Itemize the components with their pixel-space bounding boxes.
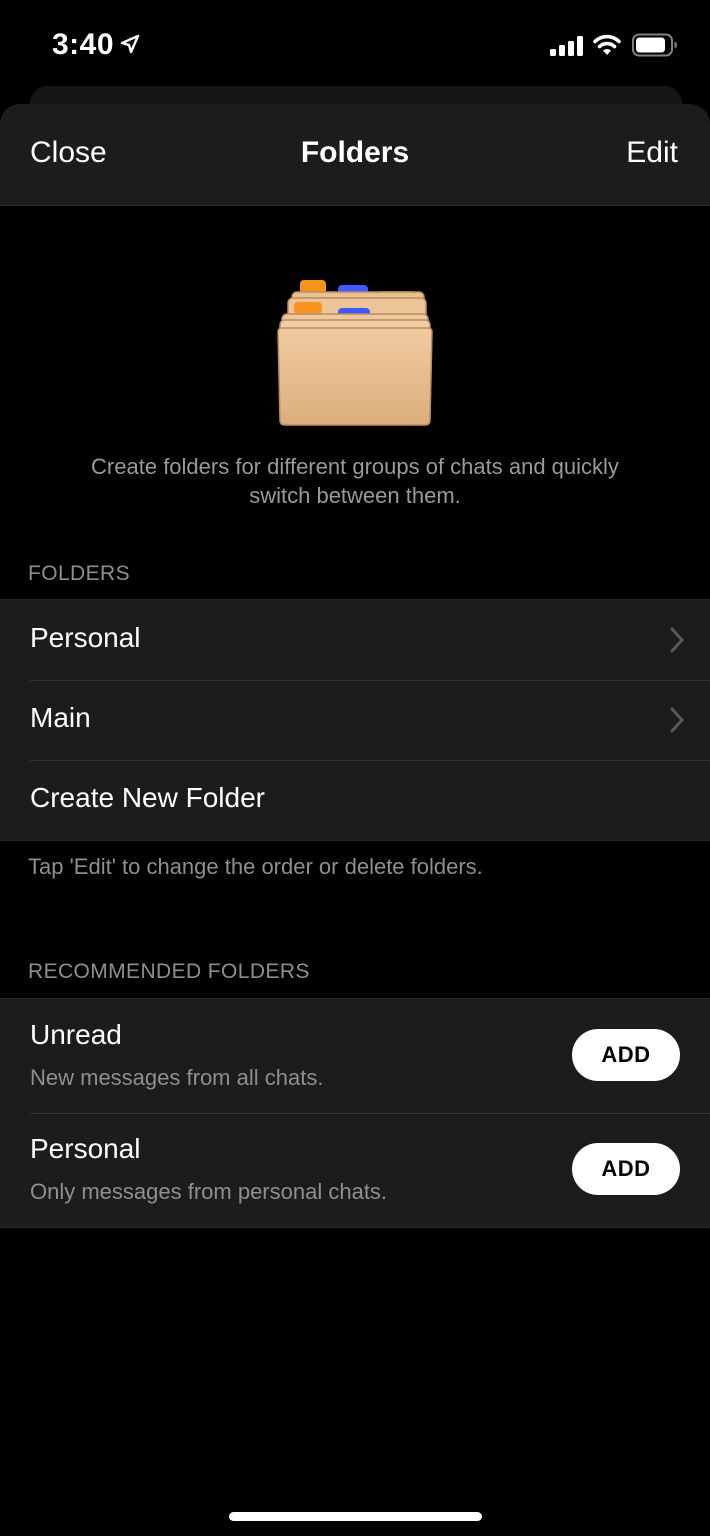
folders-footer-note: Tap 'Edit' to change the order or delete… [28, 854, 483, 879]
add-personal-button[interactable]: ADD [572, 1143, 680, 1195]
add-unread-button[interactable]: ADD [572, 1029, 680, 1081]
recommended-section-header: RECOMMENDED FOLDERS [28, 960, 310, 983]
folders-sheet: Close Folders Edit Create folders for di… [0, 104, 710, 1536]
chevron-right-icon [670, 707, 684, 733]
folders-list: Personal Main Create New Folder [0, 599, 710, 841]
intro-text: Create folders for different groups of c… [91, 454, 619, 508]
status-time: 3:40 [52, 28, 115, 61]
recommended-item-unread: Unread New messages from all chats. ADD [0, 999, 710, 1113]
chevron-right-icon [670, 627, 684, 653]
create-folder-label: Create New Folder [30, 782, 265, 813]
folders-section-header: FOLDERS [28, 562, 130, 585]
folder-cabinet-icon [277, 280, 433, 426]
create-new-folder-button[interactable]: Create New Folder [0, 760, 710, 840]
recommended-item-personal: Personal Only messages from personal cha… [0, 1113, 710, 1227]
folder-label: Personal [30, 622, 141, 653]
recommended-subtitle: Only messages from personal chats. [30, 1179, 388, 1204]
recommended-title: Personal [30, 1133, 141, 1164]
navigation-bar: Close Folders Edit [0, 104, 710, 206]
home-indicator[interactable] [229, 1512, 482, 1521]
status-bar: 3:40 [0, 0, 710, 90]
folder-label: Main [30, 702, 91, 733]
folder-item-personal[interactable]: Personal [0, 600, 710, 680]
wifi-icon [593, 34, 621, 55]
battery-icon [632, 33, 677, 57]
edit-button[interactable]: Edit [626, 136, 678, 170]
recommended-list: Unread New messages from all chats. ADD … [0, 998, 710, 1228]
close-button[interactable]: Close [30, 136, 107, 170]
recommended-title: Unread [30, 1019, 122, 1050]
folder-item-main[interactable]: Main [0, 680, 710, 760]
recommended-subtitle: New messages from all chats. [30, 1065, 324, 1090]
location-arrow-icon [120, 34, 140, 54]
cellular-signal-icon [550, 36, 583, 56]
